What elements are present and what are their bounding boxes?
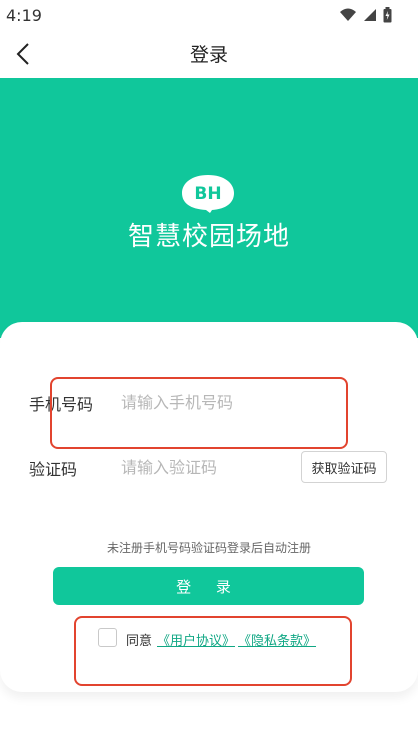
page-title: 登录 bbox=[189, 44, 228, 66]
code-label: 验证码 bbox=[29, 460, 78, 479]
signal-icon bbox=[364, 9, 376, 21]
nav-bar: 登录 bbox=[0, 30, 418, 78]
login-button[interactable]: 登 录 bbox=[53, 567, 364, 605]
agreement-checkbox[interactable] bbox=[98, 628, 117, 647]
app-name: 智慧校园场地 bbox=[127, 222, 290, 252]
bh-logo: BH bbox=[182, 175, 234, 213]
hero-banner: BH 智慧校园场地 bbox=[0, 78, 418, 338]
status-bar: 4:19 bbox=[0, 0, 418, 30]
user-agreement-link[interactable]: 《用户协议》 bbox=[157, 630, 235, 649]
wifi-icon bbox=[340, 8, 356, 21]
phone-label: 手机号码 bbox=[29, 395, 94, 414]
phone-input[interactable] bbox=[121, 391, 341, 413]
status-time: 4:19 bbox=[6, 6, 42, 25]
code-input[interactable] bbox=[121, 456, 291, 478]
battery-icon bbox=[383, 7, 392, 23]
logo-text: BH bbox=[194, 184, 221, 204]
agreement-prefix: 同意 bbox=[126, 634, 153, 649]
status-icons bbox=[339, 6, 392, 24]
get-code-button[interactable]: 获取验证码 bbox=[301, 451, 387, 483]
privacy-policy-link[interactable]: 《隐私条款》 bbox=[238, 630, 316, 649]
register-hint: 未注册手机号码验证码登录后自动注册 bbox=[106, 541, 311, 555]
